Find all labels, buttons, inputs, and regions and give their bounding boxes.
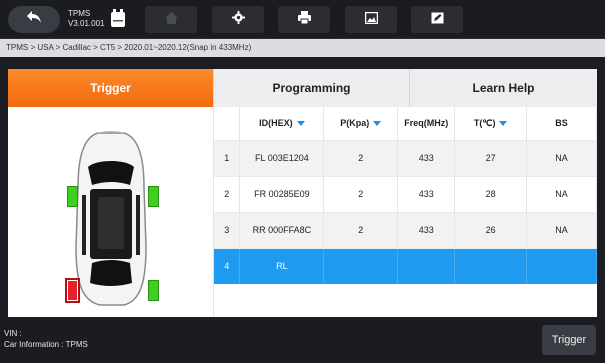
vin-label: VIN : <box>4 329 22 338</box>
pressure-value: 2 <box>323 175 399 212</box>
row-index: 2 <box>214 175 241 212</box>
back-arrow-icon <box>26 10 42 29</box>
table-row-selected[interactable]: 4 RL <box>214 247 597 284</box>
sensor-id: FL 003E1204 <box>239 139 325 176</box>
vehicle-info: VIN : Car Information : TPMS <box>4 328 88 350</box>
settings-icon <box>231 10 245 29</box>
breadcrumb: TPMS > USA > Cadillac > CT5 > 2020.01~20… <box>0 39 605 57</box>
print-icon <box>297 10 311 29</box>
frequency-value: 433 <box>397 175 456 212</box>
pressure-value <box>323 247 399 284</box>
app-name: TPMS <box>68 9 91 18</box>
screenshot-icon <box>364 11 378 29</box>
app-version: V3.01.001 <box>68 19 105 28</box>
col-pressure[interactable]: P(Kpa) <box>323 107 399 140</box>
car-diagram <box>8 107 214 317</box>
tire-rear-right[interactable] <box>148 280 159 301</box>
sensor-id: FR 00285E09 <box>239 175 325 212</box>
col-index <box>214 107 241 140</box>
screenshot-button[interactable] <box>345 6 397 33</box>
app-title: TPMS V3.01.001 <box>68 9 104 29</box>
function-tabs: Trigger Programming Learn Help <box>8 69 597 107</box>
table-row[interactable]: 2 FR 00285E09 2 433 28 NA <box>214 175 597 212</box>
settings-button[interactable] <box>212 6 264 33</box>
table-row[interactable]: 3 RR 000FFA8C 2 433 26 NA <box>214 211 597 248</box>
col-battery-status: BS <box>526 107 597 140</box>
back-button[interactable] <box>8 6 60 33</box>
col-temperature-label: T(℃) <box>473 117 496 128</box>
sort-down-icon <box>373 121 382 127</box>
bottom-bar: VIN : Car Information : TPMS Trigger <box>0 320 605 363</box>
sensor-id: RL <box>239 247 325 284</box>
vci-battery-icon <box>110 9 126 28</box>
tire-rear-left[interactable] <box>65 278 80 303</box>
pressure-value: 2 <box>323 211 399 248</box>
tab-learn-help[interactable]: Learn Help <box>410 69 597 107</box>
top-toolbar: TPMS V3.01.001 <box>0 0 605 39</box>
trigger-button[interactable]: Trigger <box>542 325 596 355</box>
tab-trigger[interactable]: Trigger <box>8 69 214 107</box>
table-row[interactable]: 1 FL 003E1204 2 433 27 NA <box>214 139 597 176</box>
sensor-table: ID(HEX) P(Kpa) Freq(MHz) T(℃) BS 1 FL 00… <box>214 107 597 284</box>
col-pressure-label: P(Kpa) <box>340 118 370 129</box>
temperature-value: 27 <box>454 139 528 176</box>
col-id-label: ID(HEX) <box>259 118 293 129</box>
tpms-panel: Trigger Programming Learn Help ID(HEX) P… <box>8 69 597 317</box>
battery-status: NA <box>526 211 597 248</box>
frequency-value: 433 <box>397 211 456 248</box>
home-button[interactable] <box>145 6 197 33</box>
tire-front-right[interactable] <box>148 186 159 207</box>
temperature-value: 26 <box>454 211 528 248</box>
battery-status: NA <box>526 175 597 212</box>
tire-front-left[interactable] <box>67 186 78 207</box>
home-icon <box>164 11 178 29</box>
col-id-hex[interactable]: ID(HEX) <box>239 107 325 140</box>
tab-programming[interactable]: Programming <box>214 69 410 107</box>
frequency-value: 433 <box>397 139 456 176</box>
table-header-row: ID(HEX) P(Kpa) Freq(MHz) T(℃) BS <box>214 107 597 140</box>
temperature-value <box>454 247 528 284</box>
sort-down-icon <box>499 120 508 126</box>
car-information: Car Information : TPMS <box>4 340 88 349</box>
row-index: 1 <box>214 139 241 176</box>
battery-status <box>526 247 597 284</box>
row-index: 4 <box>214 247 241 284</box>
edit-button[interactable] <box>411 6 463 33</box>
battery-status: NA <box>526 139 597 176</box>
car-topview-icon <box>75 131 147 306</box>
sensor-id: RR 000FFA8C <box>239 211 325 248</box>
col-frequency: Freq(MHz) <box>397 107 456 140</box>
sort-down-icon <box>296 121 305 127</box>
pressure-value: 2 <box>323 139 399 176</box>
col-temperature[interactable]: T(℃) <box>454 107 528 140</box>
edit-icon <box>431 11 444 29</box>
temperature-value: 28 <box>454 175 528 212</box>
frequency-value <box>397 247 456 284</box>
print-button[interactable] <box>278 6 330 33</box>
row-index: 3 <box>214 211 241 248</box>
